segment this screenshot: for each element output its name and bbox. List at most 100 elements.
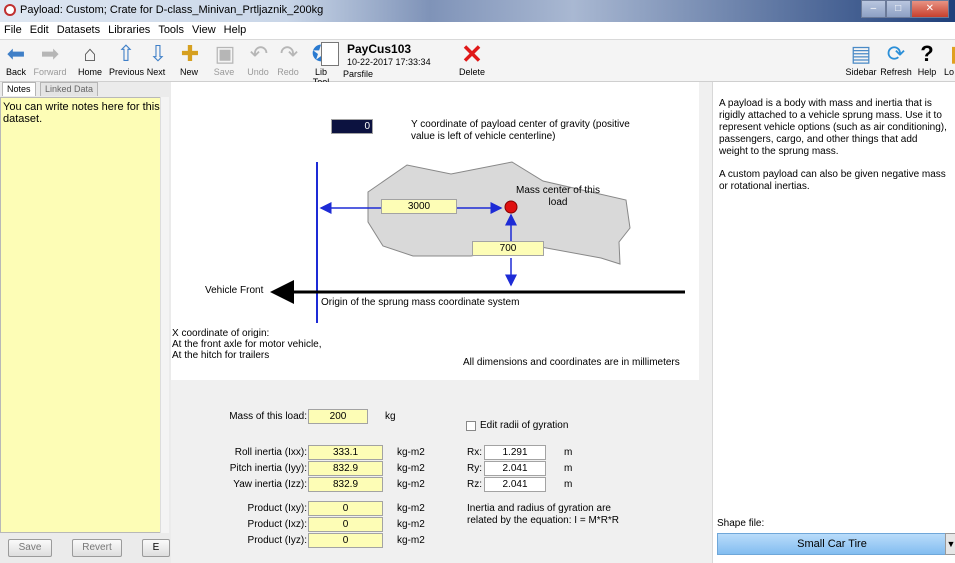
menu-bar: File Edit Datasets Libraries Tools View Help (0, 22, 955, 40)
product-iyz-unit: kg-m2 (397, 535, 425, 546)
new-button[interactable]: ✚ New (177, 41, 201, 77)
shape-file-selector[interactable]: Small Car Tire (717, 533, 947, 555)
next-button[interactable]: ⇩ Next (145, 41, 167, 77)
back-button[interactable]: ⬅ Back (3, 41, 29, 77)
product-ixy-label: Product (Ixy): (247, 503, 307, 514)
product-ixz-input[interactable]: 0 (308, 517, 383, 532)
refresh-icon: ⟳ (886, 41, 906, 66)
menu-edit[interactable]: Edit (26, 22, 53, 36)
sidebar-button[interactable]: ▤ Sidebar (844, 41, 878, 77)
y-coordinate-input[interactable]: 0 (331, 119, 373, 134)
save-button[interactable]: ▣ Save (212, 41, 236, 77)
shape-dropdown-icon[interactable]: ▼ (945, 533, 955, 555)
ry-unit: m (564, 463, 573, 474)
close-button[interactable]: ✕ (910, 0, 949, 18)
home-button[interactable]: ⌂ Home (75, 41, 105, 77)
maximize-button[interactable]: □ (885, 0, 911, 18)
redo-icon: ↷ (279, 41, 299, 66)
vehicle-front-label: Vehicle Front (205, 285, 264, 296)
forward-arrow-icon: ➡ (40, 41, 60, 66)
delete-x-icon: ✕ (461, 39, 483, 69)
x-origin-label-2: At the front axle for motor vehicle, (172, 339, 322, 350)
roll-inertia-input[interactable]: 333.1 (308, 445, 383, 460)
pitch-inertia-input[interactable]: 832.9 (308, 461, 383, 476)
notes-revert-button[interactable]: Revert (72, 539, 122, 557)
undo-icon: ↶ (249, 41, 269, 66)
title-bar: Payload: Custom; Crate for D-class_Miniv… (0, 0, 955, 22)
yaw-inertia-label: Yaw inertia (Izz): (233, 479, 307, 490)
product-ixy-unit: kg-m2 (397, 503, 425, 514)
menu-tools[interactable]: Tools (154, 22, 188, 36)
notes-scrollbar[interactable] (160, 97, 169, 533)
new-dataset-icon: ✚ (180, 41, 200, 66)
main-panel: 0 Y coordinate of payload center of grav… (171, 82, 955, 563)
rz-label: Rz: (467, 479, 482, 490)
undo-button[interactable]: ↶ Undo (246, 41, 270, 77)
edit-radii-label: Edit radii of gyration (480, 420, 569, 431)
parsfile-button[interactable]: Parsfile (343, 69, 373, 79)
refresh-button[interactable]: ⟳ Refresh (880, 41, 912, 77)
menu-view[interactable]: View (188, 22, 220, 36)
z-coordinate-input[interactable]: 700 (472, 241, 544, 256)
left-tabs: Notes Linked Data (0, 82, 171, 96)
product-iyz-input[interactable]: 0 (308, 533, 383, 548)
help-paragraph-1: A payload is a body with mass and inerti… (719, 98, 947, 157)
redo-button[interactable]: ↷ Redo (276, 41, 300, 77)
roll-inertia-unit: kg-m2 (397, 447, 425, 458)
toolbar: ⬅ Back ➡ Forward ⌂ Home ⇧ Previous ⇩ Next ✚ Ne… (0, 40, 955, 87)
menu-file[interactable]: File (0, 22, 26, 36)
shape-file-label: Shape file: (717, 518, 765, 529)
lock-icon: ▮ (943, 41, 955, 67)
home-icon: ⌂ (83, 41, 97, 66)
up-arrow-icon: ⇧ (116, 41, 136, 66)
mass-input[interactable]: 200 (308, 409, 368, 424)
left-panel: Notes Linked Data You can write notes he… (0, 82, 171, 563)
forward-button[interactable]: ➡ Forward (33, 41, 67, 77)
rx-input[interactable]: 1.291 (484, 445, 546, 460)
window-title: Payload: Custom; Crate for D-class_Miniv… (20, 4, 324, 16)
units-note: All dimensions and coordinates are in mi… (463, 357, 680, 368)
sidebar-icon: ▤ (850, 41, 872, 66)
product-ixz-unit: kg-m2 (397, 519, 425, 530)
notes-textarea[interactable]: You can write notes here for this datase… (0, 97, 168, 533)
pitch-inertia-label: Pitch inertia (Iyy): (229, 463, 307, 474)
app-icon (4, 4, 16, 16)
rx-unit: m (564, 447, 573, 458)
gyration-relation-note: Inertia and radius of gyration are relat… (467, 503, 620, 526)
lock-button[interactable]: ▮Lo (943, 41, 955, 77)
ry-input[interactable]: 2.041 (484, 461, 546, 476)
rz-input[interactable]: 2.041 (484, 477, 546, 492)
dataset-name: PayCus103 (347, 42, 412, 56)
help-button[interactable]: ? Help (914, 41, 940, 77)
menu-datasets[interactable]: Datasets (53, 22, 104, 36)
menu-help[interactable]: Help (220, 22, 251, 36)
document-icon (321, 42, 339, 66)
mass-center-label: Mass center of this load (516, 185, 600, 208)
notes-save-button[interactable]: Save (8, 539, 52, 557)
delete-button[interactable]: ✕ Delete (457, 41, 487, 77)
yaw-inertia-input[interactable]: 832.9 (308, 477, 383, 492)
notes-edit-button[interactable]: E (142, 539, 170, 557)
mass-unit: kg (385, 411, 396, 422)
tab-notes[interactable]: Notes (2, 82, 36, 96)
ry-label: Ry: (467, 463, 482, 474)
minimize-button[interactable]: – (861, 0, 886, 18)
product-ixz-label: Product (Ixz): (247, 519, 307, 530)
previous-button[interactable]: ⇧ Previous (109, 41, 144, 77)
rz-unit: m (564, 479, 573, 490)
help-icon: ? (920, 41, 934, 66)
dataset-date: 10-22-2017 17:33:34 (347, 57, 431, 67)
menu-libraries[interactable]: Libraries (104, 22, 154, 36)
product-ixy-input[interactable]: 0 (308, 501, 383, 516)
yaw-inertia-unit: kg-m2 (397, 479, 425, 490)
pitch-inertia-unit: kg-m2 (397, 463, 425, 474)
tab-linked-data[interactable]: Linked Data (40, 82, 99, 96)
x-origin-label-1: X coordinate of origin: (172, 328, 270, 339)
help-paragraph-2: A custom payload can also be given negat… (719, 169, 946, 192)
edit-radii-checkbox[interactable] (466, 421, 476, 431)
mass-label: Mass of this load: (229, 411, 307, 422)
rx-label: Rx: (467, 447, 482, 458)
product-iyz-label: Product (Iyz): (247, 535, 307, 546)
roll-inertia-label: Roll inertia (Ixx): (234, 447, 307, 458)
x-coordinate-input[interactable]: 3000 (381, 199, 457, 214)
